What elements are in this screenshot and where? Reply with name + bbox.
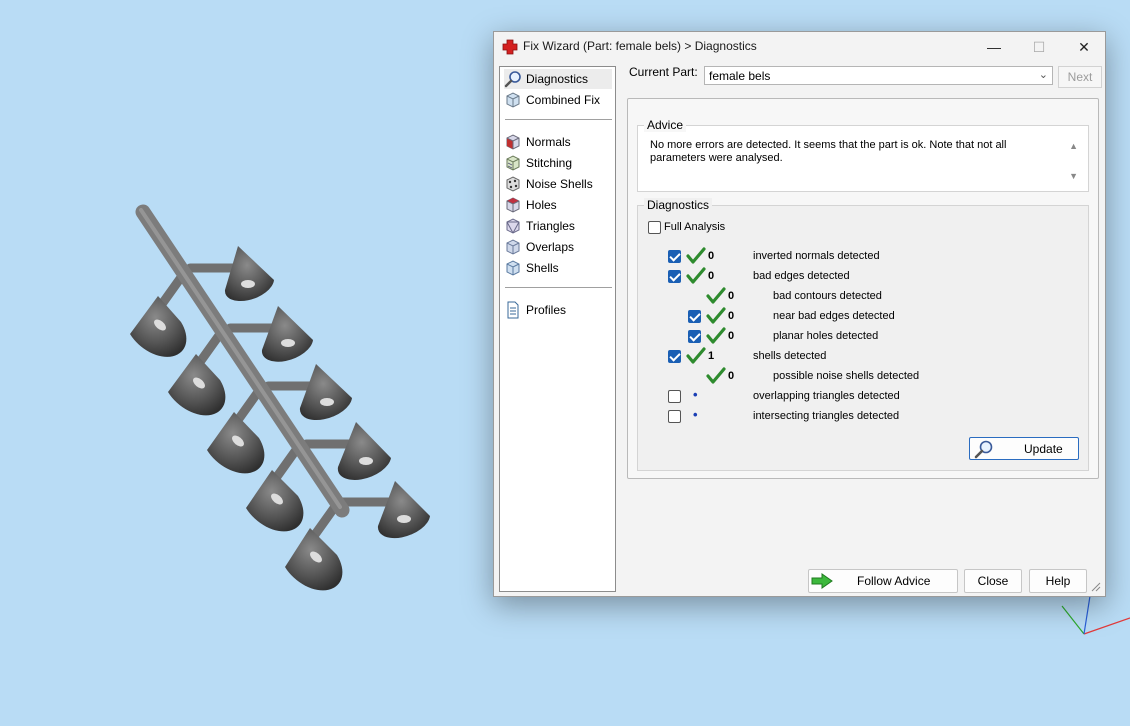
holes-cube-icon (506, 197, 520, 213)
row-count: 0 (708, 250, 715, 262)
nav-label: Combined Fix (526, 93, 601, 107)
fix-wizard-dialog: Fix Wizard (Part: female bels) > Diagnos… (493, 31, 1106, 597)
diagnostics-group: Diagnostics Full Analysis 0 inverted nor… (637, 198, 1089, 471)
noise-shells-icon (506, 176, 520, 192)
diagnostics-title: Diagnostics (644, 198, 713, 212)
row-count: 0 (728, 330, 735, 342)
maximize-button[interactable]: ☐ (1016, 32, 1062, 62)
row-count: 0 (728, 310, 735, 322)
nav-item-normals[interactable]: Normals (504, 132, 571, 152)
ok-check-icon (686, 267, 706, 284)
normals-cube-icon (506, 134, 520, 150)
row-checkbox[interactable] (668, 410, 681, 423)
overlaps-cube-icon (506, 239, 520, 255)
title-bar[interactable]: Fix Wizard (Part: female bels) > Diagnos… (494, 32, 1105, 62)
shells-cube-icon (506, 260, 520, 276)
row-count: 1 (708, 350, 715, 362)
part-model[interactable] (130, 204, 430, 591)
nav-label: Normals (526, 135, 571, 149)
ok-check-icon (706, 307, 726, 324)
close-button[interactable]: Close (964, 569, 1022, 593)
full-analysis-label: Full Analysis (664, 221, 726, 233)
advice-text: No more errors are detected. It seems th… (650, 139, 1007, 164)
nav-divider (505, 287, 612, 288)
cube-icon (506, 92, 520, 108)
scroll-down-arrow-icon[interactable]: ▼ (1069, 171, 1078, 181)
magnifier-icon (504, 71, 521, 88)
nav-label: Shells (526, 261, 559, 275)
next-button[interactable]: Next (1058, 66, 1102, 88)
nav-item-triangles[interactable]: Triangles (504, 216, 575, 236)
nav-item-stitching[interactable]: Stitching (504, 153, 572, 173)
green-arrow-icon (811, 573, 833, 589)
wizard-nav: Diagnostics Combined Fix Normals Stitchi… (499, 66, 616, 592)
row-checkbox[interactable] (688, 330, 701, 343)
nav-label: Diagnostics (526, 72, 589, 86)
row-label: bad contours detected (773, 290, 882, 302)
red-cross-app-icon (502, 39, 518, 55)
current-part-label: Current Part: (629, 65, 698, 79)
row-label: intersecting triangles detected (753, 410, 900, 422)
help-button[interactable]: Help (1029, 569, 1087, 593)
diagnostics-panel: Advice No more errors are detected. It s… (627, 98, 1099, 479)
nav-item-shells[interactable]: Shells (504, 258, 559, 278)
nav-item-overlaps[interactable]: Overlaps (504, 237, 574, 257)
window-title: Fix Wizard (Part: female bels) > Diagnos… (523, 39, 757, 53)
row-checkbox[interactable] (668, 270, 681, 283)
nav-item-noise-shells[interactable]: Noise Shells (504, 174, 593, 194)
magnifier-icon (974, 440, 993, 458)
row-checkbox[interactable] (668, 250, 681, 263)
full-analysis-checkbox[interactable] (648, 221, 661, 234)
update-button[interactable]: Update (969, 437, 1079, 460)
nav-label: Noise Shells (526, 177, 593, 191)
row-label: overlapping triangles detected (753, 390, 900, 402)
minimize-button[interactable]: — (971, 32, 1017, 62)
not-analysed-dot-icon: • (693, 387, 698, 402)
row-label: possible noise shells detected (773, 370, 920, 382)
current-part-value: female bels (709, 69, 771, 83)
follow-advice-button[interactable]: Follow Advice (808, 569, 958, 593)
advice-title: Advice (644, 118, 687, 132)
row-label: bad edges detected (753, 270, 850, 282)
nav-label: Triangles (526, 219, 575, 233)
stitching-cube-icon (506, 155, 520, 171)
triangles-cube-icon (506, 218, 520, 234)
nav-item-diagnostics[interactable]: Diagnostics (504, 69, 612, 89)
row-label: inverted normals detected (753, 250, 880, 262)
ok-check-icon (706, 287, 726, 304)
row-checkbox[interactable] (668, 350, 681, 363)
row-label: shells detected (753, 350, 827, 362)
close-window-button[interactable]: ✕ (1061, 32, 1107, 62)
advice-group: Advice No more errors are detected. It s… (637, 118, 1089, 192)
ok-check-icon (706, 367, 726, 384)
nav-label: Overlaps (526, 240, 575, 254)
ok-check-icon (706, 327, 726, 344)
row-count: 0 (708, 270, 715, 282)
ok-check-icon (686, 247, 706, 264)
chevron-down-icon: ⌄ (1038, 69, 1048, 81)
follow-advice-label: Follow Advice (857, 574, 931, 588)
axis-triad-icon (1061, 595, 1130, 635)
resize-grip-icon[interactable] (1091, 582, 1101, 592)
row-label: planar holes detected (773, 330, 879, 342)
update-label: Update (1024, 441, 1063, 456)
row-count: 0 (728, 370, 735, 382)
not-analysed-dot-icon: • (693, 407, 698, 422)
nav-item-combined-fix[interactable]: Combined Fix (504, 90, 600, 110)
row-count: 0 (728, 290, 735, 302)
nav-item-profiles[interactable]: Profiles (504, 300, 566, 320)
nav-label: Profiles (526, 303, 567, 317)
scroll-up-arrow-icon[interactable]: ▲ (1069, 141, 1078, 151)
document-icon (507, 301, 519, 319)
nav-divider (505, 119, 612, 120)
ok-check-icon (686, 347, 706, 364)
nav-label: Holes (526, 198, 557, 212)
current-part-select[interactable]: female bels ⌄ (704, 66, 1053, 85)
row-label: near bad edges detected (773, 310, 895, 322)
nav-item-holes[interactable]: Holes (504, 195, 557, 215)
row-checkbox[interactable] (688, 310, 701, 323)
row-checkbox[interactable] (668, 390, 681, 403)
nav-label: Stitching (526, 156, 573, 170)
